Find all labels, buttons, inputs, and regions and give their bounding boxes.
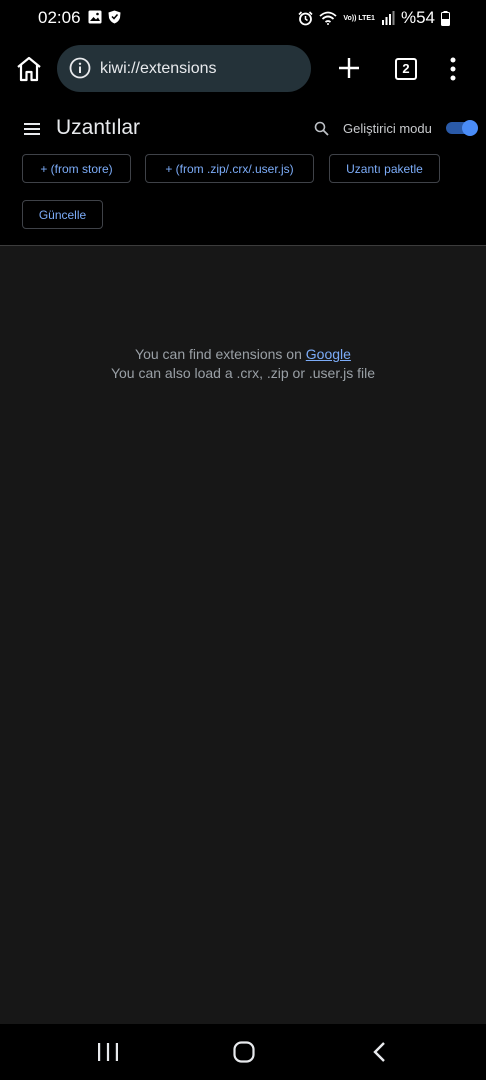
- dev-mode-toggle[interactable]: [446, 120, 478, 136]
- nav-home-icon[interactable]: [233, 1041, 255, 1063]
- browser-toolbar: kiwi://extensions 2: [0, 36, 486, 102]
- extensions-list-area: You can find extensions on Google You ca…: [0, 246, 486, 1024]
- image-icon: [88, 10, 102, 24]
- page-title: Uzantılar: [56, 116, 141, 139]
- status-bar: 02:06 Vo)) LTE1 %54: [0, 0, 486, 36]
- add-from-file-button[interactable]: + (from .zip/.crx/.user.js): [145, 154, 314, 183]
- dev-mode-label: Geliştirici modu: [343, 121, 432, 136]
- plus-icon[interactable]: [336, 55, 362, 81]
- update-button[interactable]: Güncelle: [22, 200, 103, 229]
- more-vert-icon[interactable]: [446, 56, 460, 82]
- omnibox[interactable]: kiwi://extensions: [57, 45, 311, 92]
- url-text[interactable]: kiwi://extensions: [100, 60, 217, 78]
- signal-icon: [381, 11, 395, 25]
- shield-icon: [108, 10, 121, 24]
- volte-icon: Vo)) LTE1: [343, 14, 375, 22]
- empty-state-line1: You can find extensions on Google: [0, 346, 486, 362]
- system-nav-bar: [0, 1024, 486, 1080]
- info-icon[interactable]: [69, 57, 91, 79]
- recents-icon[interactable]: [97, 1042, 119, 1062]
- google-link[interactable]: Google: [306, 346, 351, 362]
- battery-percent: %54: [400, 8, 435, 27]
- wifi-icon: [319, 11, 337, 25]
- back-icon[interactable]: [372, 1041, 388, 1063]
- home-icon[interactable]: [14, 54, 44, 84]
- status-time: 02:06: [38, 8, 81, 27]
- alarm-icon: [298, 10, 313, 25]
- empty-state-prefix: You can find extensions on: [135, 346, 306, 362]
- empty-state-line2: You can also load a .crx, .zip or .user.…: [110, 365, 376, 381]
- menu-icon[interactable]: [24, 123, 40, 135]
- search-icon[interactable]: [314, 121, 329, 136]
- status-notification-icons: [88, 10, 121, 24]
- pack-extension-button[interactable]: Uzantı paketle: [329, 154, 440, 183]
- extensions-header: Uzantılar Geliştirici modu + (from store…: [0, 102, 486, 246]
- battery-icon: [441, 10, 450, 26]
- tab-switcher-button[interactable]: 2: [395, 58, 417, 80]
- toggle-knob: [462, 120, 478, 136]
- add-from-store-button[interactable]: + (from store): [22, 154, 131, 183]
- status-system-icons: Vo)) LTE1 %54: [298, 8, 450, 28]
